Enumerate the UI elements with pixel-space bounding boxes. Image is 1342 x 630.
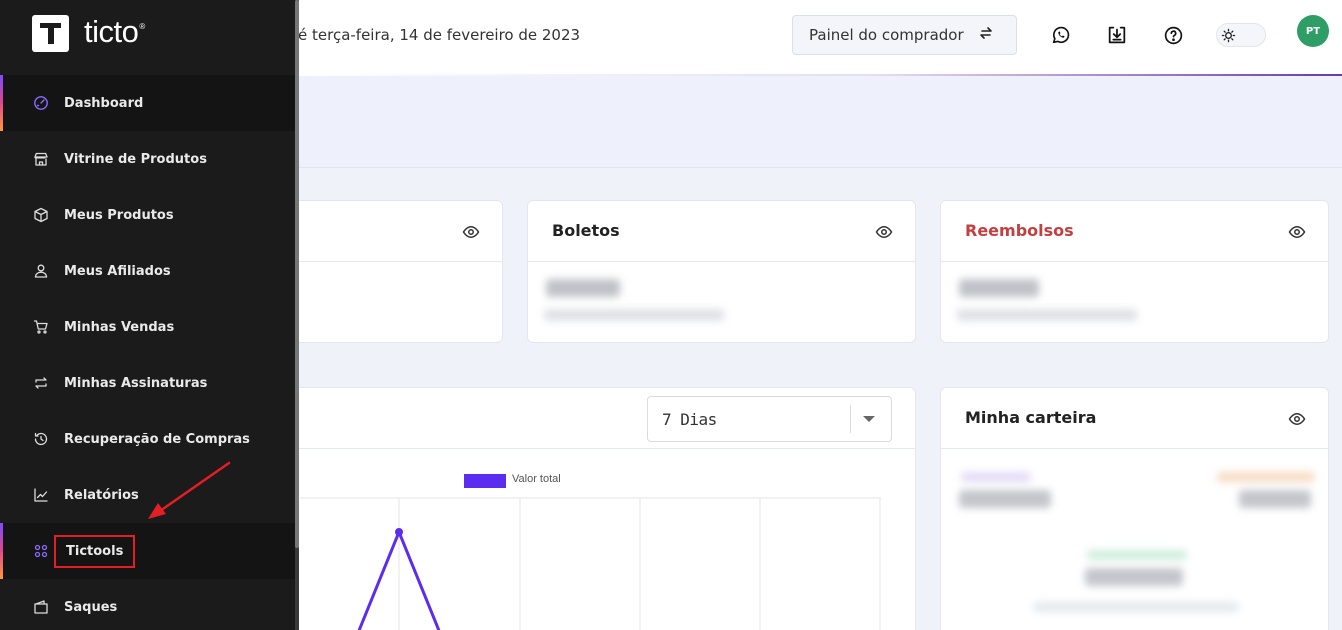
- data-point[interactable]: [395, 528, 403, 536]
- sidebar-item-recuperacao[interactable]: Recuperação de Compras: [0, 411, 295, 467]
- swap-arrows-icon: [978, 25, 994, 45]
- eye-icon[interactable]: [875, 223, 893, 241]
- whatsapp-icon[interactable]: [1049, 23, 1073, 47]
- eye-icon[interactable]: [1288, 223, 1306, 241]
- sidebar-item-label: Relatórios: [64, 487, 139, 503]
- blurred-label: [1217, 472, 1315, 482]
- theme-toggle[interactable]: [1216, 23, 1266, 47]
- buyer-panel-button[interactable]: Painel do comprador: [792, 15, 1017, 55]
- history-icon: [32, 430, 50, 448]
- reembolsos-card: Reembolsos: [940, 200, 1329, 343]
- blurred-amount: [1085, 568, 1183, 586]
- sidebar-item-minhas-assinaturas[interactable]: Minhas Assinaturas: [0, 355, 295, 411]
- line-chart-icon: [32, 486, 50, 504]
- sidebar-item-minhas-vendas[interactable]: Minhas Vendas: [0, 299, 295, 355]
- sidebar-scrollbar[interactable]: [295, 0, 299, 630]
- boletos-card: Boletos: [527, 200, 916, 343]
- sidebar-item-label: Minhas Assinaturas: [64, 375, 208, 391]
- sun-icon: [1220, 27, 1237, 44]
- sidebar-item-tictools[interactable]: Tictools: [0, 523, 295, 579]
- boletos-title: Boletos: [552, 221, 620, 240]
- eye-icon[interactable]: [462, 223, 480, 241]
- blurred-label: [961, 472, 1031, 482]
- sidebar-item-label: Meus Produtos: [64, 207, 174, 223]
- user-avatar[interactable]: PT: [1297, 15, 1329, 47]
- ticto-logo-text: ticto®: [84, 14, 145, 50]
- blurred-amount: [959, 279, 1039, 297]
- registered-mark: ®: [139, 22, 145, 31]
- cart-icon: [32, 318, 50, 336]
- help-icon[interactable]: [1161, 23, 1185, 47]
- sidebar-item-label: Saques: [64, 599, 118, 615]
- repeat-icon: [32, 374, 50, 392]
- scrollbar-thumb[interactable]: [295, 0, 299, 548]
- download-icon[interactable]: [1105, 23, 1129, 47]
- logo-wordmark: ticto: [84, 14, 139, 49]
- sidebar-item-dashboard[interactable]: Dashboard: [0, 75, 295, 131]
- speedometer-icon: [32, 94, 50, 112]
- sidebar: ticto® Dashboard Vitrine de Produtos Meu…: [0, 0, 299, 630]
- buyer-panel-label: Painel do comprador: [809, 26, 964, 44]
- reembolsos-title: Reembolsos: [965, 221, 1074, 240]
- date-greeting: é terça-feira, 14 de fevereiro de 2023: [298, 26, 581, 44]
- grid-icon: [32, 542, 50, 560]
- wallet-card: Minha carteira: [940, 387, 1329, 630]
- sidebar-item-label: Dashboard: [64, 95, 144, 111]
- blurred-label: [1087, 550, 1187, 560]
- sidebar-item-meus-afiliados[interactable]: Meus Afiliados: [0, 243, 295, 299]
- sales-line-chart: [300, 497, 881, 630]
- sidebar-item-label: Minhas Vendas: [64, 319, 175, 335]
- sidebar-item-saques[interactable]: Saques: [0, 579, 295, 630]
- blurred-subtext: [957, 309, 1137, 321]
- users-icon: [32, 262, 50, 280]
- sidebar-item-label: Recuperação de Compras: [64, 431, 250, 447]
- sidebar-item-label: Meus Afiliados: [64, 263, 171, 279]
- wallet-icon: [32, 598, 50, 616]
- blurred-amount: [959, 490, 1051, 508]
- blurred-amount: [546, 279, 620, 297]
- storefront-icon: [32, 150, 50, 168]
- wallet-title: Minha carteira: [965, 408, 1097, 427]
- blurred-subtext: [1033, 602, 1239, 612]
- sidebar-item-label: Vitrine de Produtos: [64, 151, 207, 167]
- blurred-subtext: [544, 309, 724, 321]
- sidebar-item-relatorios[interactable]: Relatórios: [0, 467, 295, 523]
- box-icon: [32, 206, 50, 224]
- sales-chart-card: 7 Dias Valor total: [255, 387, 916, 630]
- sidebar-item-label: Tictools: [54, 534, 136, 568]
- ticto-logo-mark[interactable]: [32, 15, 69, 52]
- eye-icon[interactable]: [1288, 410, 1306, 428]
- sidebar-item-vitrine[interactable]: Vitrine de Produtos: [0, 131, 295, 187]
- blurred-amount: [1239, 490, 1311, 508]
- sidebar-item-meus-produtos[interactable]: Meus Produtos: [0, 187, 295, 243]
